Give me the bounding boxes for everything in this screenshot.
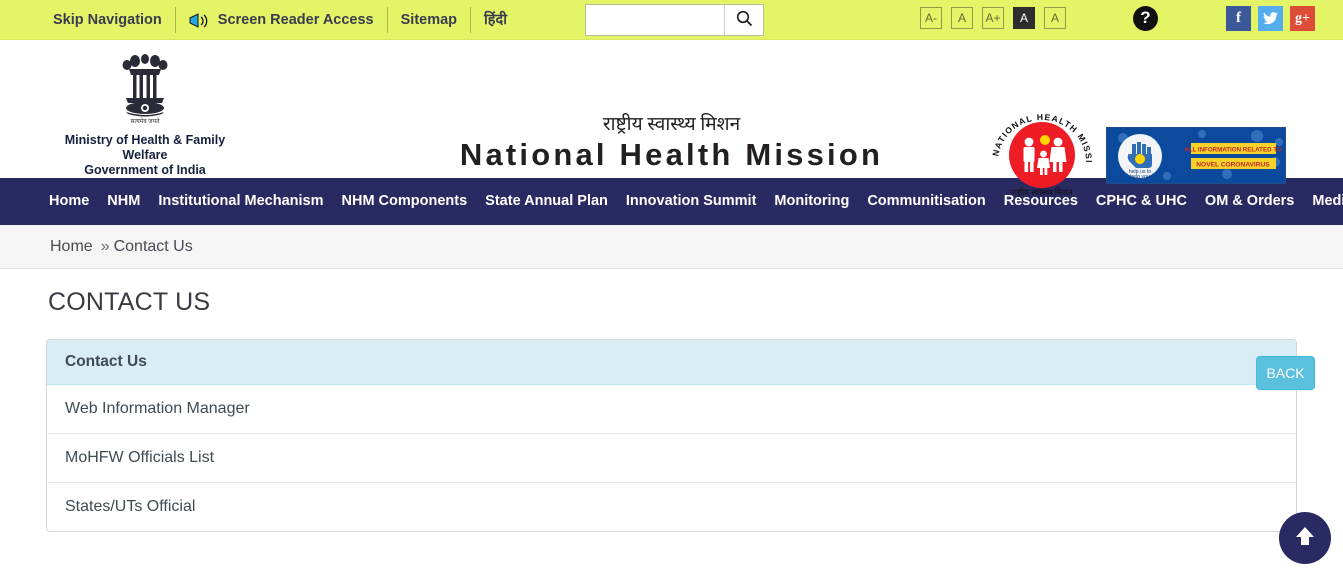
ministry-name-line2: Government of India	[84, 163, 206, 177]
screen-reader-access-label: Screen Reader Access	[217, 11, 374, 28]
hindi-language-link[interactable]: हिंदी	[471, 7, 520, 33]
svg-text:ALL INFORMATION RELATED TO: ALL INFORMATION RELATED TO	[1184, 146, 1282, 153]
svg-text:help you: help you	[1130, 174, 1150, 180]
top-utility-bar: Skip Navigation Screen Reader Access Sit…	[0, 0, 1343, 40]
ministry-name-line1: Ministry of Health & Family Welfare	[64, 133, 226, 162]
search-input[interactable]	[586, 5, 725, 35]
ashoka-emblem-icon: सत्यमेव जयते	[116, 54, 174, 130]
nav-item-home[interactable]: Home	[40, 178, 98, 225]
speaker-icon	[189, 12, 213, 28]
svg-text:NOVEL CORONAVIRUS: NOVEL CORONAVIRUS	[1196, 161, 1270, 168]
list-item[interactable]: States/UTs Official	[47, 483, 1296, 531]
sitemap-link[interactable]: Sitemap	[388, 7, 470, 33]
nav-item-institutional-mechanism[interactable]: Institutional Mechanism	[149, 178, 332, 225]
list-item[interactable]: MoHFW Officials List	[47, 434, 1296, 483]
back-button[interactable]: BACK	[1256, 356, 1315, 390]
nav-item-nhm-components[interactable]: NHM Components	[333, 178, 477, 225]
nav-item-state-annual-plan[interactable]: State Annual Plan	[476, 178, 617, 225]
facebook-icon[interactable]: f	[1226, 6, 1251, 31]
search-button[interactable]	[725, 5, 763, 35]
scroll-to-top-button[interactable]	[1279, 512, 1331, 564]
nav-item-nhm[interactable]: NHM	[98, 178, 149, 225]
breadcrumb-current: Contact Us	[113, 237, 193, 255]
coronavirus-banner[interactable]: help us to help you ALL INFORMATION RELA…	[1106, 127, 1286, 184]
ministry-emblem-block: सत्यमेव जयते Ministry of Health & Family…	[46, 50, 244, 178]
search-box	[585, 4, 764, 36]
twitter-icon[interactable]	[1258, 6, 1283, 31]
svg-text:सत्यमेव जयते: सत्यमेव जयते	[130, 117, 160, 125]
accessibility-links: Skip Navigation Screen Reader Access Sit…	[40, 6, 520, 33]
help-icon[interactable]: ?	[1133, 6, 1158, 31]
twitter-bird-icon	[1263, 12, 1278, 25]
font-increase-button[interactable]: A+	[982, 7, 1004, 29]
breadcrumb-home-link[interactable]: Home	[50, 238, 93, 256]
social-links: f g+	[1226, 6, 1315, 31]
search-icon	[736, 10, 753, 30]
high-contrast-button[interactable]: A	[1013, 7, 1035, 29]
page-title: CONTACT US	[48, 288, 211, 316]
skip-navigation-link[interactable]: Skip Navigation	[40, 7, 175, 33]
page-content: CONTACT US BACK Contact Us Web Informati…	[0, 288, 1343, 564]
googleplus-icon[interactable]: g+	[1290, 6, 1315, 31]
nhm-logo: NATIONAL HEALTH MISSION राष्ट्रीय स्वास्…	[984, 102, 1096, 205]
breadcrumb-separator: »	[100, 237, 110, 255]
arrow-up-icon	[1292, 523, 1318, 554]
nav-item-communitisation[interactable]: Communitisation	[858, 178, 994, 225]
main-navigation: Home NHM Institutional Mechanism NHM Com…	[0, 178, 1343, 225]
masthead: सत्यमेव जयते Ministry of Health & Family…	[0, 40, 1343, 197]
nav-item-innovation-summit[interactable]: Innovation Summit	[617, 178, 766, 225]
nav-item-monitoring[interactable]: Monitoring	[765, 178, 858, 225]
screen-reader-access-link[interactable]: Screen Reader Access	[176, 7, 387, 33]
font-decrease-button[interactable]: A-	[920, 7, 942, 29]
breadcrumb: Home » Contact Us	[0, 225, 1343, 269]
font-size-controls: A- A A+ A A	[920, 7, 1066, 29]
nav-item-media[interactable]: Media	[1303, 178, 1343, 225]
contact-us-panel: Contact Us Web Information Manager MoHFW…	[46, 339, 1297, 532]
normal-contrast-button[interactable]: A	[1044, 7, 1066, 29]
list-item[interactable]: Web Information Manager	[47, 385, 1296, 434]
font-normal-button[interactable]: A	[951, 7, 973, 29]
nav-item-cphc-uhc[interactable]: CPHC & UHC	[1087, 178, 1196, 225]
panel-header: Contact Us	[47, 340, 1296, 385]
nav-item-om-orders[interactable]: OM & Orders	[1196, 178, 1303, 225]
svg-text:राष्ट्रीय स्वास्थ्य मिशन: राष्ट्रीय स्वास्थ्य मिशन	[1011, 187, 1073, 197]
